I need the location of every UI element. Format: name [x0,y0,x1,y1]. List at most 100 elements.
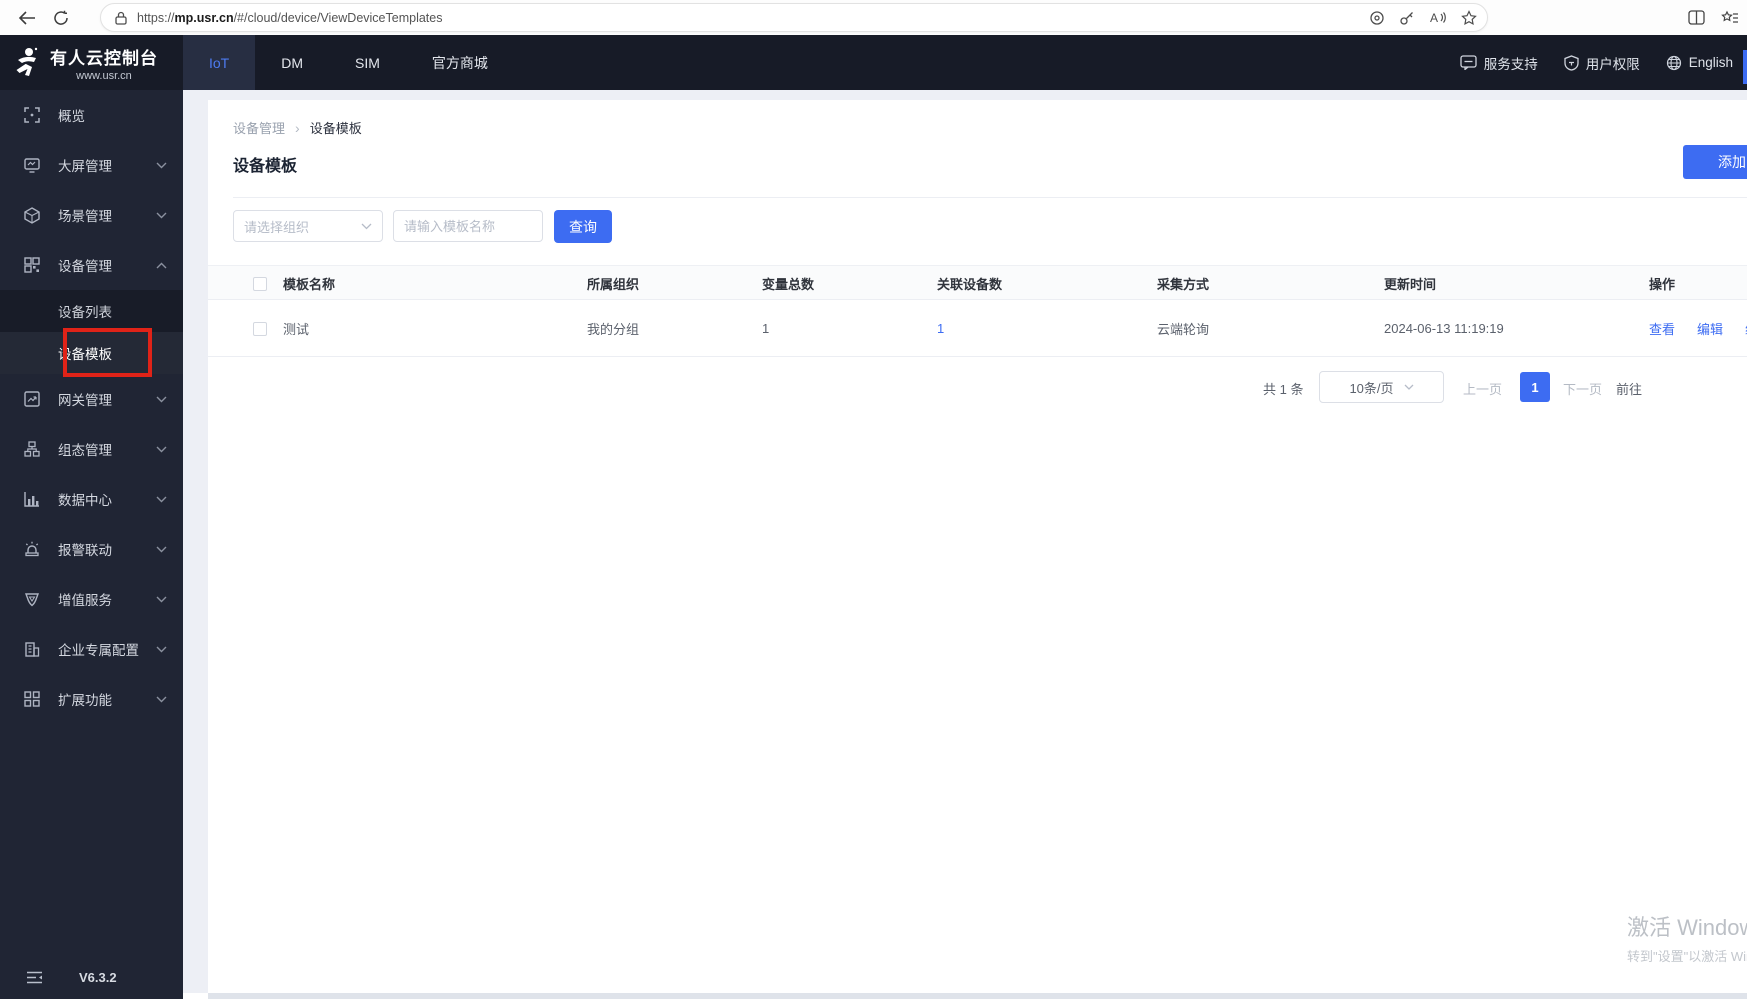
sidebar-item-label: 增值服务 [58,593,112,608]
device-mgmt-submenu: 设备列表 设备模板 [0,290,183,374]
language-switch[interactable]: English [1666,55,1733,71]
logo-subtitle: www.usr.cn [76,69,132,82]
sidebar-subitem-device-list[interactable]: 设备列表 [0,290,183,332]
globe-icon [1666,55,1681,70]
key-icon[interactable] [1399,10,1415,26]
url-path: /#/cloud/device/ViewDeviceTemplates [233,10,443,25]
page-size-select[interactable]: 10条/页 [1319,371,1444,403]
chevron-down-icon [156,162,167,169]
table-row: 测试 我的分组 1 1 云端轮询 2024-06-13 11:19:19 查看 … [208,300,1747,357]
hierarchy-icon [24,441,41,457]
url-host: mp.usr.cn [174,10,234,25]
tab-sim[interactable]: SIM [329,35,406,90]
windows-activation-watermark: 激活 Windows 转到"设置"以激活 Windows [1627,910,1747,965]
sidebar-item-label: 组态管理 [58,443,112,458]
language-label: English [1688,55,1733,70]
sidebar-item-scada-mgmt[interactable]: 组态管理 [0,424,183,474]
refresh-icon[interactable] [44,4,78,32]
template-name-input[interactable] [393,210,543,242]
sidebar-item-overview[interactable]: 概览 [0,90,183,140]
table-header: 模板名称 所属组织 变量总数 关联设备数 采集方式 更新时间 操作 [208,265,1747,300]
breadcrumb-parent[interactable]: 设备管理 [233,118,285,137]
version-label: V6.3.2 [79,969,117,985]
back-icon[interactable] [10,4,44,32]
action-view[interactable]: 查看 [1649,319,1675,338]
overview-icon [24,107,41,123]
next-page-button[interactable]: 下一页 [1563,379,1602,398]
sidebar-item-label: 数据中心 [58,493,112,508]
pagination: 共 1 条 10条/页 上一页 1 下一页 前往 [208,371,1747,403]
logo-title: 有人云控制台 [50,48,158,68]
current-page-button[interactable]: 1 [1520,372,1550,402]
sidebar-item-enterprise-config[interactable]: 企业专属配置 [0,624,183,674]
breadcrumb-separator-icon: › [295,119,300,136]
add-button[interactable]: 添加 [1683,145,1747,179]
cell-update-time: 2024-06-13 11:19:19 [1384,321,1504,336]
sidebar-item-extensions[interactable]: 扩展功能 [0,674,183,724]
chevron-down-icon [156,496,167,503]
sidebar-item-label: 网关管理 [58,393,112,408]
cell-organization: 我的分组 [587,322,640,337]
lock-icon[interactable] [115,11,127,25]
chevron-down-icon [156,212,167,219]
sidebar-item-device-mgmt[interactable]: 设备管理 [0,240,183,290]
org-select[interactable]: 请选择组织 [233,210,383,242]
chevron-down-icon [156,396,167,403]
horizontal-scrollbar[interactable] [208,993,1747,999]
cell-variable-count: 1 [762,321,770,336]
search-button[interactable]: 查询 [554,210,612,243]
breadcrumb: 设备管理 › 设备模板 [233,118,362,137]
header-edge-sliver [1743,50,1747,84]
col-collect-mode: 采集方式 [1157,277,1210,292]
usr-person-logo-icon [12,46,42,80]
sidebar-item-bigscreen-mgmt[interactable]: 大屏管理 [0,140,183,190]
collections-icon[interactable] [1721,10,1739,26]
user-permissions-label: 用户权限 [1585,56,1640,72]
collapse-sidebar-icon[interactable] [26,971,43,984]
chevron-down-icon [156,546,167,553]
tab-iot[interactable]: IoT [183,35,256,90]
page-title: 设备模板 [233,158,298,175]
chevron-down-icon [1404,384,1413,390]
sidebar-item-scene-mgmt[interactable]: 场景管理 [0,190,183,240]
tab-dm[interactable]: DM [255,35,329,90]
service-support[interactable]: 服务支持 [1460,53,1538,73]
col-template-name: 模板名称 [283,277,336,292]
building-icon [24,641,41,657]
pagination-total: 共 1 条 [1263,382,1304,397]
goto-page-label: 前往 [1616,382,1643,397]
user-permissions[interactable]: 用户权限 [1564,53,1640,73]
svg-text:A: A [1430,11,1438,25]
tab-mall[interactable]: 官方商城 [406,35,514,90]
prev-page-button[interactable]: 上一页 [1463,379,1502,398]
sidebar-item-alarm-linkage[interactable]: 报警联动 [0,524,183,574]
favorite-star-icon[interactable] [1461,9,1477,26]
cell-device-count-link[interactable]: 1 [937,300,944,357]
chevron-down-icon [156,646,167,653]
row-checkbox[interactable] [253,321,267,336]
sidebar-subitem-device-template[interactable]: 设备模板 [0,332,183,374]
org-select-placeholder: 请选择组织 [244,219,310,235]
location-icon[interactable] [1369,10,1385,26]
cell-collect-mode: 云端轮询 [1157,322,1210,337]
sidebar-item-gateway-mgmt[interactable]: 网关管理 [0,374,183,424]
sidebar-item-data-center[interactable]: 数据中心 [0,474,183,524]
sidebar-item-value-added[interactable]: 增值服务 [0,574,183,624]
page-size-value: 10条/页 [1349,380,1394,396]
bar-chart-icon [24,491,41,507]
title-divider [233,197,1747,198]
gateway-icon [24,391,41,407]
alarm-icon [24,541,41,557]
sidebar-item-label: 概览 [58,109,85,124]
device-grid-icon [24,257,41,273]
shield-icon [1564,54,1579,71]
read-aloud-icon[interactable]: A [1429,10,1447,25]
watermark-line1: 激活 Windows [1627,915,1747,940]
select-all-checkbox[interactable] [253,276,267,291]
address-bar[interactable]: https://mp.usr.cn/#/cloud/device/ViewDev… [100,3,1488,32]
chat-bubble-icon [1460,55,1477,70]
logo[interactable]: 有人云控制台 www.usr.cn [0,35,183,90]
split-screen-icon[interactable] [1688,10,1705,25]
action-edit[interactable]: 编辑 [1697,319,1723,338]
breadcrumb-current: 设备模板 [309,121,362,136]
